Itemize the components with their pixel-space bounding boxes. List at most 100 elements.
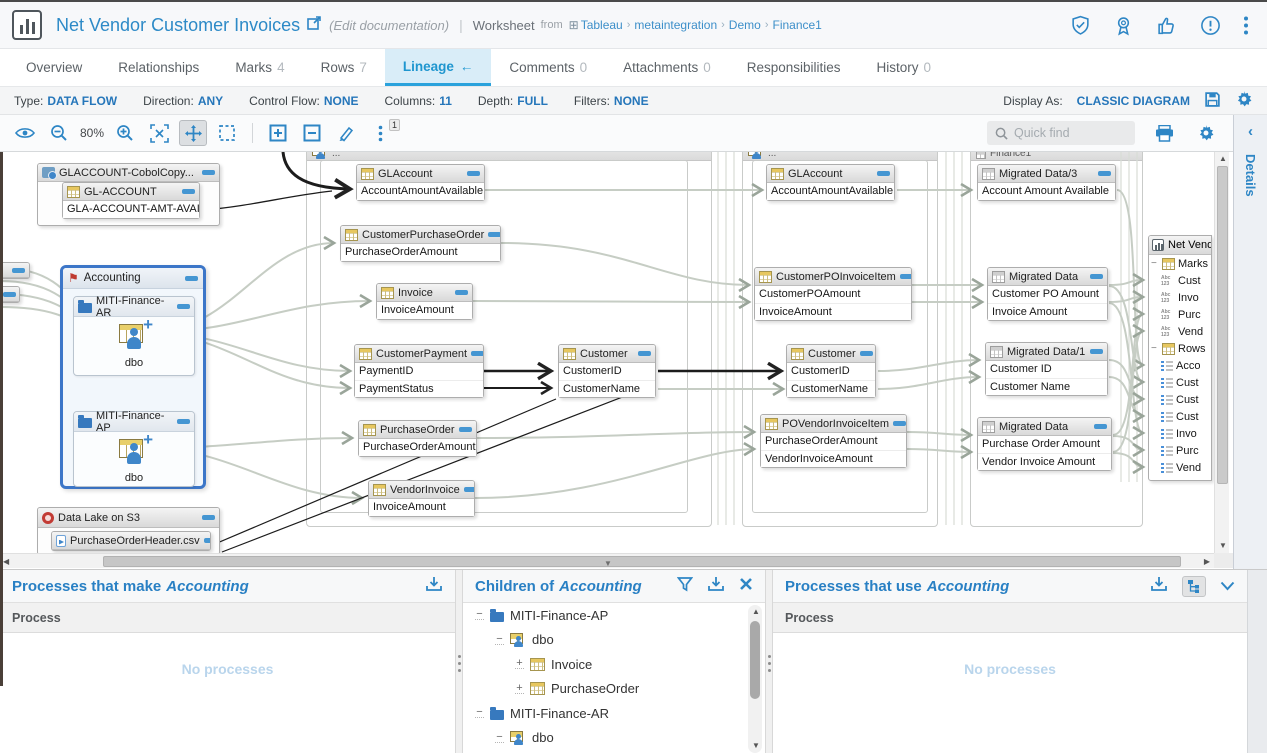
node-stub-collapsed[interactable] [0, 262, 30, 279]
node-field[interactable]: Customer Name [986, 378, 1107, 395]
download-icon[interactable] [707, 576, 725, 596]
collapse-node-button[interactable] [1090, 349, 1103, 354]
tab-marks[interactable]: Marks4 [217, 49, 302, 86]
collapse-node-button[interactable] [12, 268, 25, 273]
collapse-node-button[interactable] [893, 421, 906, 426]
node-field[interactable]: InvoiceAmount [755, 303, 911, 320]
pan-mode-button[interactable] [179, 120, 207, 146]
endorse-badge-icon[interactable] [1113, 15, 1134, 36]
collapse-node-button[interactable] [638, 351, 651, 356]
collapse-toggle[interactable]: − [495, 635, 504, 645]
quick-find-box[interactable] [987, 121, 1135, 145]
node-customerpoinvoiceitem[interactable]: CustomerPOInvoiceItem CustomerPOAmount I… [754, 267, 912, 321]
breadcrumb-tableau[interactable]: Tableau [569, 18, 623, 32]
dbo-schema-icon[interactable]: + [116, 322, 152, 356]
node-gl-account[interactable]: GL-ACCOUNT GLA-ACCOUNT-AMT-AVAIL [62, 182, 200, 219]
collapse-node-button[interactable] [3, 292, 16, 297]
node-field[interactable]: VendorInvoiceAmount [761, 450, 906, 467]
node-field[interactable]: InvoiceAmount [377, 302, 472, 319]
expand-toggle[interactable]: + [515, 659, 524, 669]
expand-toggle[interactable]: + [515, 684, 524, 694]
collapse-toggle[interactable]: − [1151, 258, 1159, 269]
tab-comments[interactable]: Comments0 [491, 49, 605, 86]
close-icon[interactable] [739, 577, 753, 595]
hierarchy-view-icon[interactable] [1182, 576, 1206, 597]
breadcrumb-metaintegration[interactable]: metaintegration [634, 18, 717, 32]
collapse-node-button[interactable] [202, 515, 215, 520]
diagram-settings-gear-icon[interactable] [1235, 90, 1253, 111]
scroll-down-arrow[interactable]: ▼ [752, 741, 760, 751]
tab-attachments[interactable]: Attachments0 [605, 49, 729, 86]
lineage-canvas[interactable]: ... ... Finance1 [0, 152, 1233, 568]
download-icon[interactable] [425, 576, 443, 596]
panel-resize-handle[interactable] [765, 570, 773, 753]
node-field[interactable]: CustomerName [559, 380, 655, 397]
node-field[interactable]: InvoiceAmount [369, 499, 474, 516]
collapse-node-button[interactable] [177, 419, 190, 424]
node-field[interactable]: AccountAmountAvailable [357, 183, 484, 200]
node-worksheet-net-vendor[interactable]: Net Vend −Marks Cust Invo Purc Vend −Row… [1148, 235, 1212, 481]
tree-item-schema[interactable]: −dbo [463, 726, 765, 751]
fit-to-screen-button[interactable] [145, 120, 173, 146]
node-miti-finance-ar[interactable]: MITI-Finance-AR + dbo [73, 296, 195, 376]
breadcrumb-finance1[interactable]: Finance1 [772, 18, 821, 32]
children-tree[interactable]: −MITI-Finance-AP −dbo +Invoice +Purchase… [463, 603, 765, 753]
scroll-up-arrow[interactable]: ▲ [1219, 154, 1227, 164]
filter-depth[interactable]: Depth:FULL [478, 94, 548, 108]
collapse-node-button[interactable] [455, 290, 468, 295]
toolbar-settings-gear-icon[interactable] [1192, 120, 1220, 146]
tree-scroll-thumb[interactable] [750, 621, 760, 699]
tab-responsibilities[interactable]: Responsibilities [729, 49, 859, 86]
node-field[interactable]: GLA-ACCOUNT-AMT-AVAIL [63, 201, 199, 218]
node-stub-collapsed[interactable] [0, 286, 20, 303]
collapse-node-button[interactable] [464, 487, 474, 492]
group-accounting-selected[interactable]: Accounting MITI-Finance-AR + dbo MITI-Fi… [60, 265, 206, 489]
edit-documentation-link[interactable]: (Edit documentation) [329, 18, 449, 33]
collapse-toggle[interactable]: − [475, 708, 484, 718]
node-purchaseorder[interactable]: PurchaseOrder PurchaseOrderAmount [358, 420, 477, 457]
collapse-node-button[interactable] [467, 171, 480, 176]
collapse-node-button[interactable] [1094, 424, 1107, 429]
splitter-collapse-arrow[interactable]: ▼ [604, 559, 612, 568]
node-glaccount[interactable]: GLAccount AccountAmountAvailable [356, 164, 485, 201]
alert-warning-icon[interactable] [1200, 15, 1221, 36]
external-link-icon[interactable] [307, 16, 321, 35]
node-field[interactable]: Vendor Invoice Amount [978, 453, 1111, 470]
scroll-up-arrow[interactable]: ▲ [752, 607, 760, 617]
dbo-schema-icon[interactable]: + [116, 437, 152, 471]
node-customer-center[interactable]: Customer CustomerID CustomerName [558, 344, 656, 398]
collapse-all-button[interactable] [298, 120, 326, 146]
node-miti-finance-ap[interactable]: MITI-Finance-AP + dbo [73, 411, 195, 487]
panel-resize-handle[interactable] [455, 570, 463, 753]
tree-item-folder[interactable]: −MITI-Finance-AR [463, 701, 765, 726]
filter-columns[interactable]: Columns:11 [385, 94, 452, 108]
node-data-lake-s3[interactable]: Data Lake on S3 PurchaseOrderHeader.csv [37, 507, 220, 553]
node-field[interactable]: CustomerID [787, 363, 875, 380]
tree-item-folder[interactable]: −MITI-Finance-AP [463, 603, 765, 628]
node-field[interactable]: PaymentStatus [355, 380, 483, 397]
tree-scrollbar[interactable]: ▲ ▼ [748, 605, 762, 753]
filter-funnel-icon[interactable] [677, 576, 693, 596]
collapse-node-button[interactable] [877, 171, 890, 176]
certify-shield-icon[interactable] [1070, 15, 1091, 36]
node-invoice[interactable]: Invoice InvoiceAmount [376, 283, 473, 320]
node-glaccount-2[interactable]: GLAccount AccountAmountAvailable [766, 164, 895, 201]
filter-control-flow[interactable]: Control Flow:NONE [249, 94, 358, 108]
horizontal-scroll-thumb[interactable] [103, 556, 1181, 567]
node-field[interactable]: Account Amount Available [978, 183, 1115, 200]
zoom-out-button[interactable] [45, 120, 73, 146]
node-field[interactable]: Customer ID [986, 361, 1107, 378]
tab-overview[interactable]: Overview [8, 49, 100, 86]
node-field[interactable]: PurchaseOrderAmount [359, 439, 476, 456]
collapse-node-button[interactable] [202, 170, 215, 175]
display-as-value[interactable]: CLASSIC DIAGRAM [1077, 94, 1190, 108]
expand-all-button[interactable] [264, 120, 292, 146]
collapse-node-button[interactable] [185, 276, 198, 281]
node-migrated-data-b[interactable]: Migrated Data Purchase Order Amount Vend… [977, 417, 1112, 471]
node-glaccount-copybook[interactable]: GLACCOUNT-CobolCopy... GL-ACCOUNT GLA-AC… [37, 163, 220, 226]
node-field[interactable]: Invoice Amount [988, 303, 1107, 320]
node-field[interactable]: CustomerName [787, 380, 875, 397]
node-purchaseorderheader-csv[interactable]: PurchaseOrderHeader.csv [51, 531, 211, 551]
collapse-node-button[interactable] [1090, 274, 1103, 279]
tree-item-schema[interactable]: −dbo [463, 628, 765, 653]
